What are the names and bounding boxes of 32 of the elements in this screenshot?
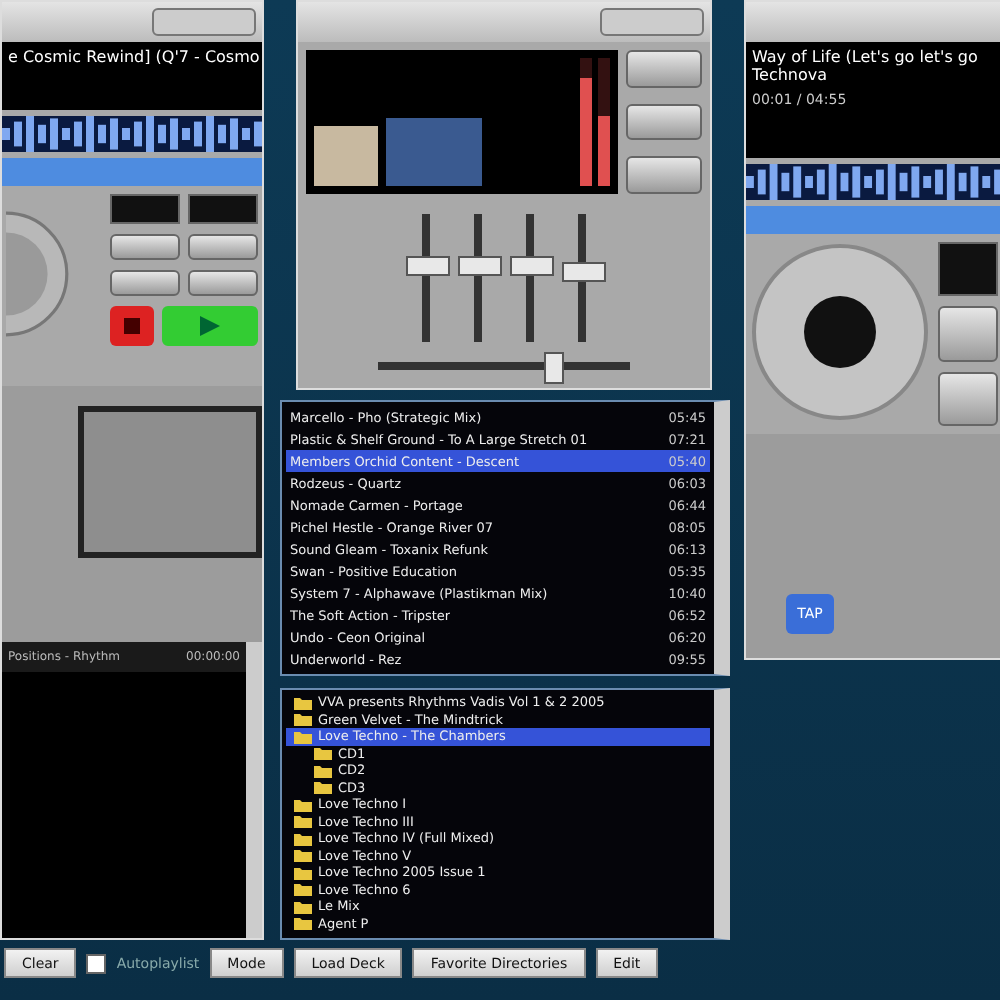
album-art-placeholder: [386, 118, 482, 186]
pitch-display: [110, 194, 180, 224]
deck-button[interactable]: [938, 371, 998, 426]
play-icon: [200, 316, 220, 336]
deck-button[interactable]: [188, 234, 258, 260]
track-title: Way of Life (Let's go let's go: [752, 48, 980, 66]
crossfader-handle[interactable]: [544, 352, 565, 384]
title-button[interactable]: [152, 8, 256, 36]
title-button[interactable]: [600, 8, 704, 36]
waveform-icon: [746, 164, 1000, 200]
stop-icon: [124, 318, 140, 334]
bpm-display: [188, 194, 258, 224]
deck-button[interactable]: [938, 306, 998, 362]
deck-button[interactable]: [110, 234, 180, 260]
fader-handle[interactable]: [458, 255, 502, 276]
play-button[interactable]: [162, 306, 258, 346]
fader-handle[interactable]: [562, 261, 606, 282]
deck-button[interactable]: [188, 270, 258, 296]
track-artist: Technova: [752, 66, 830, 84]
turntable-platter-icon: [750, 242, 930, 422]
cue-button[interactable]: [110, 306, 154, 346]
fader-handle[interactable]: [406, 255, 450, 276]
track-title: e Cosmic Rewind] (Q'7 - Cosmo: [8, 48, 256, 66]
waveform-icon: [2, 116, 262, 152]
mixer-button[interactable]: [626, 50, 702, 88]
deck-button[interactable]: [110, 270, 180, 296]
mixer-button[interactable]: [626, 156, 702, 195]
fader-handle[interactable]: [510, 255, 554, 276]
mixer-button[interactable]: [626, 103, 702, 141]
autoplaylist-checkbox[interactable]: [86, 953, 107, 973]
pitch-display: [938, 242, 998, 297]
album-art-placeholder: [314, 126, 378, 186]
